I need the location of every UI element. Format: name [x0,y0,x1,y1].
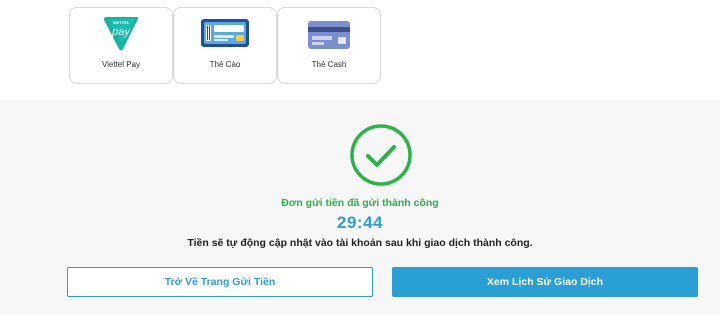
payment-method-the-cao[interactable]: Thẻ Cào [173,7,277,84]
viettel-logo-subtext: VIETTEL [113,20,130,25]
payment-methods-row: VIETTEL pay Viettel Pay Thẻ Cào Thẻ Cash [0,0,720,100]
payment-method-label: Viettel Pay [101,60,141,69]
payment-method-the-cash[interactable]: Thẻ Cash [277,7,381,84]
cash-card-icon [307,20,351,50]
countdown-timer: 29:44 [337,213,383,232]
success-message: Tiền sẽ tự động cập nhật vào tài khoản s… [187,237,533,249]
view-transaction-history-button[interactable]: Xem Lịch Sử Giao Dịch [392,267,698,297]
viettel-logo-text: pay [111,26,131,38]
success-title: Đơn gửi tiền đã gửi thành công [281,197,439,209]
scratch-card-icon [200,18,250,48]
payment-method-label: Thẻ Cash [311,60,347,69]
success-panel: Đơn gửi tiền đã gửi thành công 29:44 Tiề… [0,100,720,315]
back-to-deposit-button[interactable]: Trở Về Trang Gửi Tiền [67,267,373,297]
check-circle-icon [349,123,413,187]
payment-method-viettel-pay[interactable]: VIETTEL pay Viettel Pay [69,7,173,84]
payment-method-label: Thẻ Cào [209,60,241,69]
viettel-pay-logo: VIETTEL pay [101,13,141,53]
